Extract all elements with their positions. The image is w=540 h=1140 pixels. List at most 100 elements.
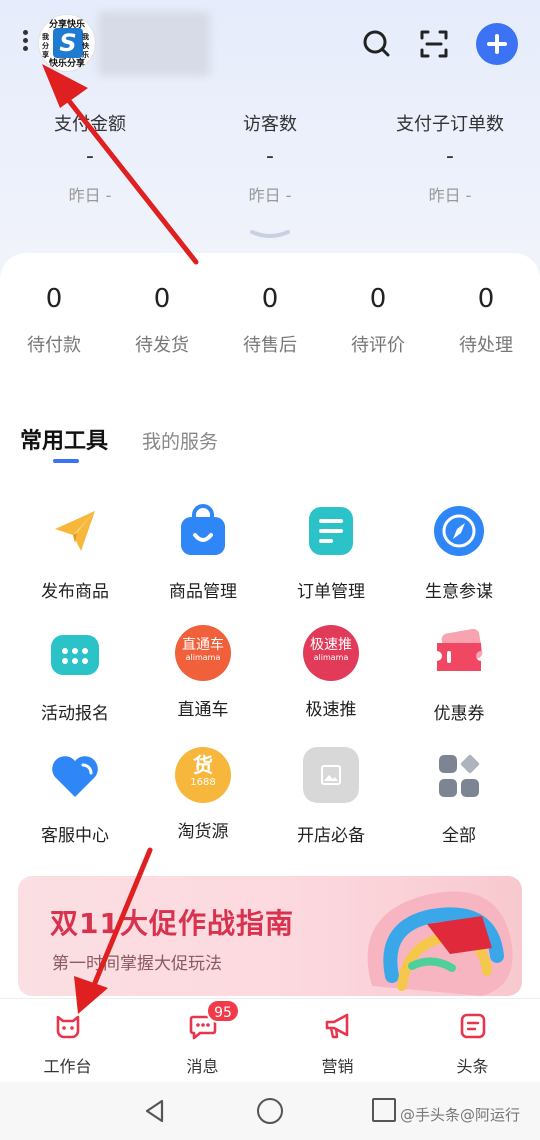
tool-product-management[interactable]: 商品管理 bbox=[139, 503, 267, 602]
message-count-badge: 95 bbox=[206, 999, 240, 1023]
stats-row: 支付金额 - 昨日 - 访客数 - 昨日 - 支付子订单数 - 昨日 - bbox=[0, 110, 540, 230]
system-nav-bar: @手头条@阿运行 bbox=[0, 1082, 540, 1140]
shopping-bag-icon bbox=[181, 504, 225, 555]
banner-art bbox=[367, 891, 513, 996]
taohuoyuan-icon-sub: 1688 bbox=[190, 777, 216, 788]
tool-jst[interactable]: 极速推 alimama 极速推 bbox=[267, 625, 395, 720]
tool-label: 全部 bbox=[442, 826, 476, 846]
order-pending-shipment[interactable]: 0 待发货 bbox=[108, 283, 216, 357]
shop-name-blurred[interactable] bbox=[98, 12, 210, 76]
coupon-icon bbox=[437, 628, 483, 671]
tool-taohuoyuan[interactable]: 货 1688 淘货源 bbox=[139, 747, 267, 842]
ztc-icon-text: 直通车 bbox=[182, 637, 224, 653]
stat-yesterday: 昨日 - bbox=[428, 186, 472, 205]
nav-headlines[interactable]: 头条 bbox=[405, 1011, 540, 1077]
scan-icon[interactable] bbox=[416, 26, 452, 62]
stat-yesterday: 昨日 - bbox=[68, 186, 112, 205]
tool-label: 活动报名 bbox=[41, 704, 109, 724]
banner-title: 双11大促作战指南 bbox=[50, 907, 294, 940]
compass-icon bbox=[434, 506, 484, 556]
tool-publish-product[interactable]: 发布商品 bbox=[11, 503, 139, 602]
shop-logo[interactable]: 分享快乐 我分享 S 我快乐 快乐分享 bbox=[38, 14, 96, 72]
headline-icon bbox=[460, 1013, 485, 1039]
order-count: 0 bbox=[45, 284, 63, 314]
tool-all[interactable]: 全部 bbox=[395, 747, 523, 846]
megaphone-icon bbox=[325, 1013, 348, 1039]
add-button[interactable] bbox=[476, 23, 518, 65]
nav-messages[interactable]: 消息 bbox=[135, 1011, 270, 1077]
logo-bottom-text: 快乐分享 bbox=[48, 59, 85, 69]
tool-event-registration[interactable]: 活动报名 bbox=[11, 625, 139, 724]
stat-payment-amount[interactable]: 支付金额 - 昨日 - bbox=[0, 110, 180, 206]
stat-value: - bbox=[446, 144, 454, 169]
workbench-icon bbox=[56, 1015, 79, 1039]
order-label: 待处理 bbox=[459, 335, 513, 356]
stat-label: 访客数 bbox=[243, 114, 297, 135]
jst-icon: 极速推 alimama bbox=[303, 625, 359, 681]
home-icon[interactable] bbox=[257, 1098, 283, 1124]
tool-label: 订单管理 bbox=[297, 582, 365, 602]
tool-label: 生意参谋 bbox=[425, 582, 493, 602]
tool-coupon[interactable]: 优惠券 bbox=[395, 625, 523, 724]
stat-value: - bbox=[266, 144, 274, 169]
order-count: 0 bbox=[261, 284, 279, 314]
stat-label: 支付子订单数 bbox=[396, 114, 504, 135]
tool-ztc[interactable]: 直通车 alimama 直通车 bbox=[139, 625, 267, 720]
tool-customer-service[interactable]: 客服中心 bbox=[11, 747, 139, 846]
nav-label: 消息 bbox=[186, 1057, 219, 1076]
stat-paid-suborders[interactable]: 支付子订单数 - 昨日 - bbox=[360, 110, 540, 206]
stat-label: 支付金额 bbox=[54, 114, 126, 135]
logo-letter: S bbox=[53, 28, 83, 58]
order-label: 待售后 bbox=[243, 335, 297, 356]
promo-banner[interactable]: 双11大促作战指南 第一时间掌握大促玩法 bbox=[18, 876, 522, 996]
tab-common-tools[interactable]: 常用工具 bbox=[20, 423, 108, 455]
order-pending-processing[interactable]: 0 待处理 bbox=[432, 283, 540, 357]
tool-business-advisor[interactable]: 生意参谋 bbox=[395, 503, 523, 602]
main-card: 0 待付款 0 待发货 0 待售后 0 待评价 0 待处理 常用工具 我的服务 bbox=[0, 253, 540, 998]
all-apps-icon bbox=[439, 754, 480, 797]
order-label: 待发货 bbox=[135, 335, 189, 356]
tool-label: 发布商品 bbox=[41, 582, 109, 602]
search-icon[interactable] bbox=[358, 26, 394, 62]
tool-store-essentials[interactable]: 开店必备 bbox=[267, 747, 395, 846]
order-pending-review[interactable]: 0 待评价 bbox=[324, 283, 432, 357]
order-label: 待评价 bbox=[351, 335, 405, 356]
recent-apps-icon[interactable] bbox=[372, 1098, 396, 1122]
stat-visitors[interactable]: 访客数 - 昨日 - bbox=[180, 110, 360, 206]
back-icon[interactable] bbox=[142, 1098, 168, 1124]
banner-subtitle: 第一时间掌握大促玩法 bbox=[52, 954, 222, 974]
order-label: 待付款 bbox=[27, 335, 81, 356]
chevron-down-icon[interactable] bbox=[248, 228, 292, 242]
order-count: 0 bbox=[153, 284, 171, 314]
jst-icon-text: 极速推 bbox=[310, 637, 352, 653]
order-count: 0 bbox=[369, 284, 387, 314]
tool-label: 开店必备 bbox=[297, 826, 365, 846]
tool-label: 极速推 bbox=[305, 700, 357, 720]
taohuoyuan-icon: 货 1688 bbox=[175, 747, 231, 803]
tool-label: 淘货源 bbox=[177, 822, 229, 842]
tool-order-management[interactable]: 订单管理 bbox=[267, 503, 395, 602]
nav-workbench[interactable]: 工作台 bbox=[0, 1011, 135, 1077]
calendar-icon bbox=[51, 635, 99, 675]
jst-icon-sub: alimama bbox=[313, 653, 349, 662]
image-placeholder-icon bbox=[303, 747, 359, 803]
taohuoyuan-icon-text: 货 bbox=[193, 753, 213, 777]
ztc-icon-sub: alimama bbox=[185, 653, 221, 662]
order-status-row: 0 待付款 0 待发货 0 待售后 0 待评价 0 待处理 bbox=[0, 283, 540, 373]
order-after-sale[interactable]: 0 待售后 bbox=[216, 283, 324, 357]
top-header: 分享快乐 我分享 S 我快乐 快乐分享 bbox=[0, 0, 540, 90]
tool-label: 客服中心 bbox=[41, 826, 109, 846]
order-list-icon bbox=[309, 507, 353, 555]
heart-chat-icon bbox=[52, 756, 98, 797]
tab-active-indicator bbox=[53, 459, 79, 463]
order-pending-payment[interactable]: 0 待付款 bbox=[0, 283, 108, 357]
nav-marketing[interactable]: 营销 bbox=[270, 1011, 405, 1077]
tool-label: 优惠券 bbox=[433, 704, 485, 724]
tool-tabs: 常用工具 我的服务 bbox=[20, 423, 520, 467]
more-icon[interactable] bbox=[18, 30, 32, 58]
bottom-nav: 工作台 消息 95 营销 头条 bbox=[0, 998, 540, 1082]
watermark-text: @手头条@阿运行 bbox=[400, 1106, 521, 1124]
tab-my-services[interactable]: 我的服务 bbox=[142, 427, 218, 454]
nav-label: 营销 bbox=[321, 1057, 354, 1076]
ztc-icon: 直通车 alimama bbox=[175, 625, 231, 681]
